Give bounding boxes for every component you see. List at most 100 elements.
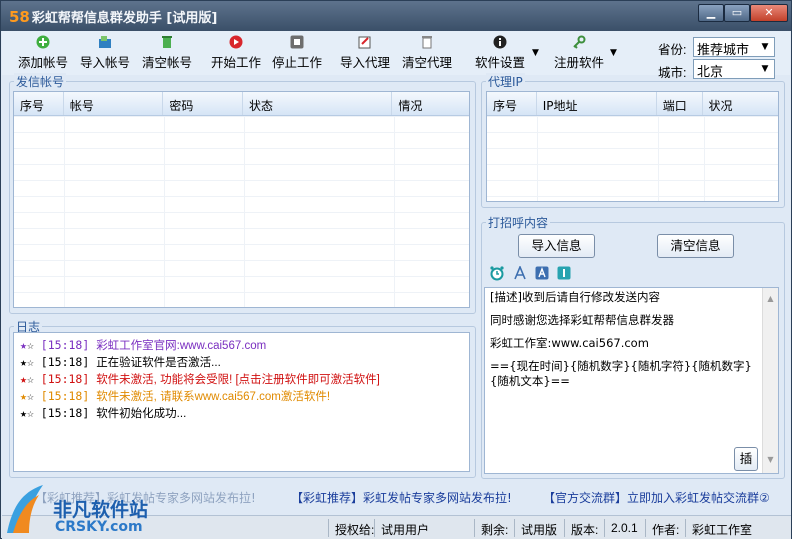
proxy-table[interactable]: 序号 IP地址 端口 状况 bbox=[486, 91, 779, 202]
col-header-situation[interactable]: 情况 bbox=[392, 92, 469, 115]
trash-gray-icon bbox=[422, 36, 432, 49]
register-label: 注册软件 bbox=[554, 56, 605, 70]
auth-label: 授权给: bbox=[328, 519, 380, 537]
import-proxy-button[interactable]: 导入代理 bbox=[340, 35, 390, 71]
import-info-button[interactable]: 导入信息 bbox=[518, 234, 595, 258]
author-label: 作者: bbox=[645, 519, 685, 537]
grid-col-line bbox=[537, 116, 538, 201]
greeting-line: =={现在时间}{随机数字}{随机字符}{随机数字}{随机文本}== bbox=[490, 359, 752, 388]
main-window: 58 彩虹帮帮信息群发助手 [试用版] ▁ ▭ ✕ 添加帐号 导入帐号 清空帐号 … bbox=[0, 0, 792, 539]
greeting-scrollbar[interactable]: ▲ ▼ bbox=[762, 288, 778, 473]
log-time: [15:18] bbox=[40, 372, 97, 386]
remain-value: 试用版 bbox=[514, 519, 563, 537]
insert-button[interactable]: 插 bbox=[734, 447, 758, 471]
log-line: ★☆ [15:18] 软件初始化成功... bbox=[20, 405, 463, 422]
log-message: 正在验证软件是否激活... bbox=[96, 357, 221, 369]
window-title: 58 彩虹帮帮信息群发助手 [试用版] bbox=[9, 7, 217, 26]
log-message: 软件未激活, 功能将会受限! [点击注册软件即可激活软件] bbox=[96, 374, 380, 386]
city-select[interactable]: 北京 ▼ bbox=[693, 59, 775, 80]
city-value: 北京 bbox=[697, 65, 724, 80]
log-line: ★☆ [15:18] 软件未激活, 功能将会受限! [点击注册软件即可激活软件] bbox=[20, 371, 463, 388]
col-header-password[interactable]: 密码 bbox=[163, 92, 244, 115]
star-outline-icon: ☆ bbox=[26, 355, 41, 369]
minimize-button[interactable]: ▁ bbox=[698, 4, 724, 22]
chevron-down-icon: ▼ bbox=[761, 64, 769, 74]
clear-proxy-label: 清空代理 bbox=[402, 56, 453, 70]
star-outline-icon: ☆ bbox=[26, 372, 41, 386]
clear-account-label: 清空帐号 bbox=[142, 56, 193, 70]
clear-proxy-button[interactable]: 清空代理 bbox=[402, 35, 452, 71]
log-time: [15:18] bbox=[40, 406, 97, 420]
grid-col-line bbox=[658, 116, 659, 201]
trash-green-icon bbox=[162, 36, 172, 48]
col-header-state[interactable]: 状况 bbox=[703, 92, 778, 115]
maximize-button[interactable]: ▭ bbox=[724, 4, 750, 22]
ad-link-right[interactable]: 【官方交流群】立即加入彩虹发帖交流群② bbox=[543, 489, 770, 507]
settings-label: 软件设置 bbox=[475, 56, 526, 70]
insert-text-icon[interactable] bbox=[557, 266, 571, 280]
grid-col-line bbox=[704, 116, 705, 201]
accounts-table-header: 序号 帐号 密码 状态 情况 bbox=[14, 92, 469, 116]
import-proxy-label: 导入代理 bbox=[340, 56, 391, 70]
font-a-icon[interactable] bbox=[513, 266, 527, 280]
col-header-index[interactable]: 序号 bbox=[14, 92, 64, 115]
proxy-table-body bbox=[487, 116, 778, 201]
scroll-down-arrow[interactable]: ▼ bbox=[763, 452, 778, 467]
settings-dropdown-arrow[interactable]: ▼ bbox=[532, 48, 539, 58]
star-filled-icon: ★ bbox=[20, 338, 27, 352]
start-work-button[interactable]: 开始工作 bbox=[211, 35, 261, 71]
grid-col-line bbox=[394, 116, 395, 307]
chevron-down-icon: ▼ bbox=[761, 42, 769, 52]
import-account-button[interactable]: 导入帐号 bbox=[80, 35, 130, 71]
version-label: 版本: bbox=[564, 519, 604, 537]
greeting-group-title: 打招呼内容 bbox=[486, 214, 551, 231]
clear-account-button[interactable]: 清空帐号 bbox=[142, 35, 192, 71]
log-message: 软件初始化成功... bbox=[96, 408, 187, 420]
col-header-account[interactable]: 帐号 bbox=[64, 92, 164, 115]
register-dropdown-arrow[interactable]: ▼ bbox=[610, 48, 617, 58]
col-header-port[interactable]: 端口 bbox=[657, 92, 703, 115]
star-filled-icon: ★ bbox=[20, 372, 27, 386]
close-button[interactable]: ✕ bbox=[750, 4, 788, 22]
log-line: ★☆ [15:18] 彩虹工作室官网:www.cai567.com bbox=[20, 337, 463, 354]
greeting-line: 同时感谢您选择彩虹帮帮信息群发器 bbox=[490, 313, 674, 327]
star-outline-icon: ☆ bbox=[26, 389, 41, 403]
start-work-label: 开始工作 bbox=[211, 56, 262, 70]
accounts-table[interactable]: 序号 帐号 密码 状态 情况 bbox=[13, 91, 470, 308]
accounts-table-body bbox=[14, 116, 469, 307]
stop-work-button[interactable]: 停止工作 bbox=[272, 35, 322, 71]
title-bar[interactable]: 58 彩虹帮帮信息群发助手 [试用版] ▁ ▭ ✕ bbox=[1, 1, 791, 31]
star-outline-icon: ☆ bbox=[26, 338, 41, 352]
clear-info-button[interactable]: 清空信息 bbox=[657, 234, 734, 258]
remain-label: 剩余: bbox=[474, 519, 514, 537]
key-icon bbox=[573, 35, 586, 49]
greeting-textarea[interactable]: [描述]收到后请自行修改发送内容 同时感谢您选择彩虹帮帮信息群发器 彩虹工作室:… bbox=[484, 287, 779, 474]
log-line: ★☆ [15:18] 软件未激活, 请联系www.cai567.com激活软件! bbox=[20, 388, 463, 405]
auth-value: 试用用户 bbox=[374, 519, 472, 537]
greeting-line: [描述]收到后请自行修改发送内容 bbox=[490, 290, 660, 304]
stop-work-label: 停止工作 bbox=[272, 56, 323, 70]
alarm-clock-icon[interactable] bbox=[490, 265, 504, 281]
star-filled-icon: ★ bbox=[20, 355, 27, 369]
add-account-label: 添加帐号 bbox=[18, 56, 69, 70]
font-style-icon[interactable] bbox=[535, 266, 549, 280]
log-panel[interactable]: ★☆ [15:18] 彩虹工作室官网:www.cai567.com ★☆ [15:… bbox=[13, 332, 470, 472]
register-button[interactable]: 注册软件 bbox=[554, 35, 604, 71]
import-icon bbox=[99, 36, 111, 48]
watermark-en-text: CRSKY.com bbox=[55, 519, 143, 535]
col-header-index[interactable]: 序号 bbox=[487, 92, 537, 115]
title-text: 彩虹帮帮信息群发助手 [试用版] bbox=[31, 11, 218, 26]
log-message: 彩虹工作室官网:www.cai567.com bbox=[96, 340, 267, 352]
add-account-button[interactable]: 添加帐号 bbox=[18, 35, 68, 71]
watermark-logo: 非凡软件站 CRSKY.com bbox=[3, 481, 163, 539]
col-header-ip[interactable]: IP地址 bbox=[537, 92, 657, 115]
col-header-status[interactable]: 状态 bbox=[243, 92, 393, 115]
scroll-up-arrow[interactable]: ▲ bbox=[763, 291, 778, 306]
import-account-label: 导入帐号 bbox=[80, 56, 131, 70]
ad-link-middle[interactable]: 【彩虹推荐】彩虹发帖专家多网站发布拉! bbox=[291, 489, 512, 507]
greeting-line: 彩虹工作室:www.cai567.com bbox=[490, 336, 649, 350]
settings-button[interactable]: 软件设置 bbox=[475, 35, 525, 71]
province-select[interactable]: 推荐城市 ▼ bbox=[693, 37, 775, 58]
star-filled-icon: ★ bbox=[20, 389, 27, 403]
proxy-table-header: 序号 IP地址 端口 状况 bbox=[487, 92, 778, 116]
